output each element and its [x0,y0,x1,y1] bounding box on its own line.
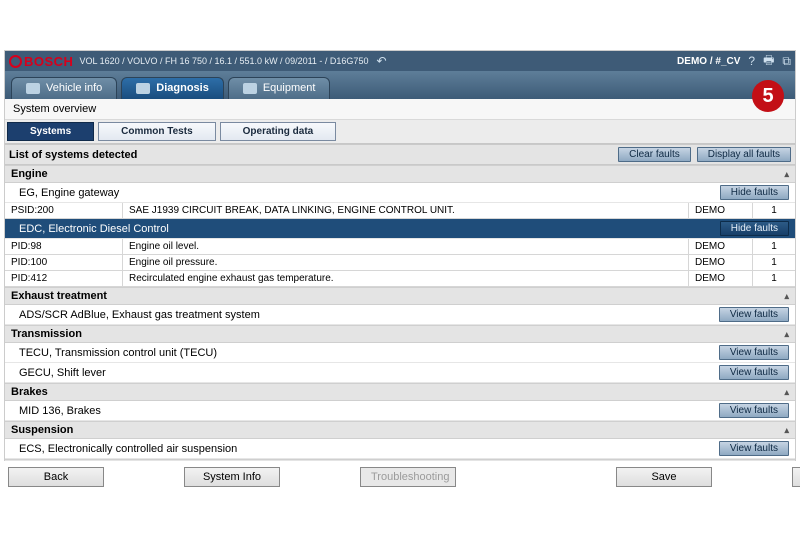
system-row-ecs[interactable]: ECS, Electronically controlled air suspe… [5,439,795,459]
title-bar: BOSCH VOL 1620 / VOLVO / FH 16 750 / 16.… [5,51,795,71]
user-label: DEMO / #_CV [677,56,740,67]
diagnosis-icon [136,83,150,94]
back-button[interactable]: Back [8,467,104,487]
main-nav: Vehicle info Diagnosis Equipment [5,71,795,99]
subtab-systems[interactable]: Systems [7,122,94,141]
view-faults-button[interactable]: View faults [719,345,789,360]
tab-equipment[interactable]: Equipment [228,77,331,99]
system-row-tecu[interactable]: TECU, Transmission control unit (TECU) V… [5,343,795,363]
detach-icon[interactable]: ⧉ [782,54,791,69]
subtab-operating-data[interactable]: Operating data [220,122,337,141]
fault-row[interactable]: PID:100Engine oil pressure.DEMO1 [5,255,795,271]
fault-row[interactable]: PID:412Recirculated engine exhaust gas t… [5,271,795,287]
print-icon[interactable]: 🖶 [763,51,774,72]
systems-list[interactable]: Engine EG, Engine gateway Hide faults PS… [5,165,795,492]
group-transmission[interactable]: Transmission [5,325,795,343]
system-row-eg[interactable]: EG, Engine gateway Hide faults [5,183,795,203]
display-all-faults-button[interactable]: Display all faults [697,147,791,162]
group-brakes[interactable]: Brakes [5,383,795,401]
tab-vehicle-info[interactable]: Vehicle info [11,77,117,99]
back-arrow-icon[interactable]: ↶ [376,54,386,68]
view-faults-button[interactable]: View faults [719,441,789,456]
fault-row[interactable]: PID:98Engine oil level.DEMO1 [5,239,795,255]
system-row-ads[interactable]: ADS/SCR AdBlue, Exhaust gas treatment sy… [5,305,795,325]
vehicle-icon [26,83,40,94]
view-faults-button[interactable]: View faults [719,365,789,380]
system-row-mid136[interactable]: MID 136, Brakes View faults [5,401,795,421]
clear-faults-button[interactable]: Clear faults [618,147,691,162]
continue-button[interactable]: Continue [792,467,800,487]
tab-diagnosis[interactable]: Diagnosis [121,77,224,99]
fault-row[interactable]: PSID:200 SAE J1939 CIRCUIT BREAK, DATA L… [5,203,795,219]
equipment-icon [243,83,257,94]
group-exhaust[interactable]: Exhaust treatment [5,287,795,305]
troubleshooting-button: Troubleshooting [360,467,456,487]
group-suspension[interactable]: Suspension [5,421,795,439]
step-badge: 5 [752,80,784,112]
hide-faults-button[interactable]: Hide faults [720,185,789,200]
list-header: List of systems detected Clear faults Di… [5,144,795,165]
sub-tabs: Systems Common Tests Operating data [5,120,795,144]
breadcrumb: VOL 1620 / VOLVO / FH 16 750 / 16.1 / 55… [79,56,368,66]
save-button[interactable]: Save [616,467,712,487]
group-engine[interactable]: Engine [5,165,795,183]
system-row-edc[interactable]: EDC, Electronic Diesel Control Hide faul… [5,219,795,239]
footer-bar: Back System Info Troubleshooting Save Co… [4,461,796,493]
view-faults-button[interactable]: View faults [719,403,789,418]
system-row-gecu[interactable]: GECU, Shift lever View faults [5,363,795,383]
subtab-common-tests[interactable]: Common Tests [98,122,216,141]
bosch-logo: BOSCH [9,54,73,69]
system-info-button[interactable]: System Info [184,467,280,487]
hide-faults-button[interactable]: Hide faults [720,221,789,236]
page-title: System overview [5,99,795,120]
help-icon[interactable]: ? [748,54,755,68]
view-faults-button[interactable]: View faults [719,307,789,322]
